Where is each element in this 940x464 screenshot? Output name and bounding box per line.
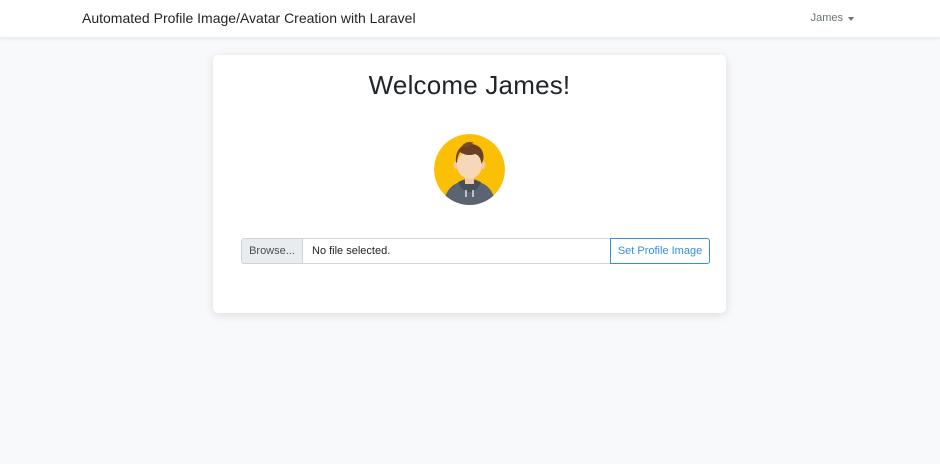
browse-button[interactable]: Browse...: [241, 238, 303, 264]
caret-down-icon: [848, 16, 854, 21]
profile-image-upload: Browse... No file selected. Set Profile …: [241, 238, 710, 264]
welcome-card: Welcome James! Browse... No file selecte…: [213, 55, 726, 313]
user-name: James: [810, 12, 843, 24]
welcome-heading: Welcome James!: [368, 70, 571, 100]
user-menu-dropdown[interactable]: James: [811, 12, 854, 24]
user-avatar-icon: [434, 134, 505, 205]
brand-link[interactable]: Automated Profile Image/Avatar Creation …: [82, 10, 416, 26]
set-profile-image-button[interactable]: Set Profile Image: [610, 238, 710, 264]
file-input-status[interactable]: No file selected.: [303, 238, 610, 264]
navbar: Automated Profile Image/Avatar Creation …: [0, 0, 940, 38]
